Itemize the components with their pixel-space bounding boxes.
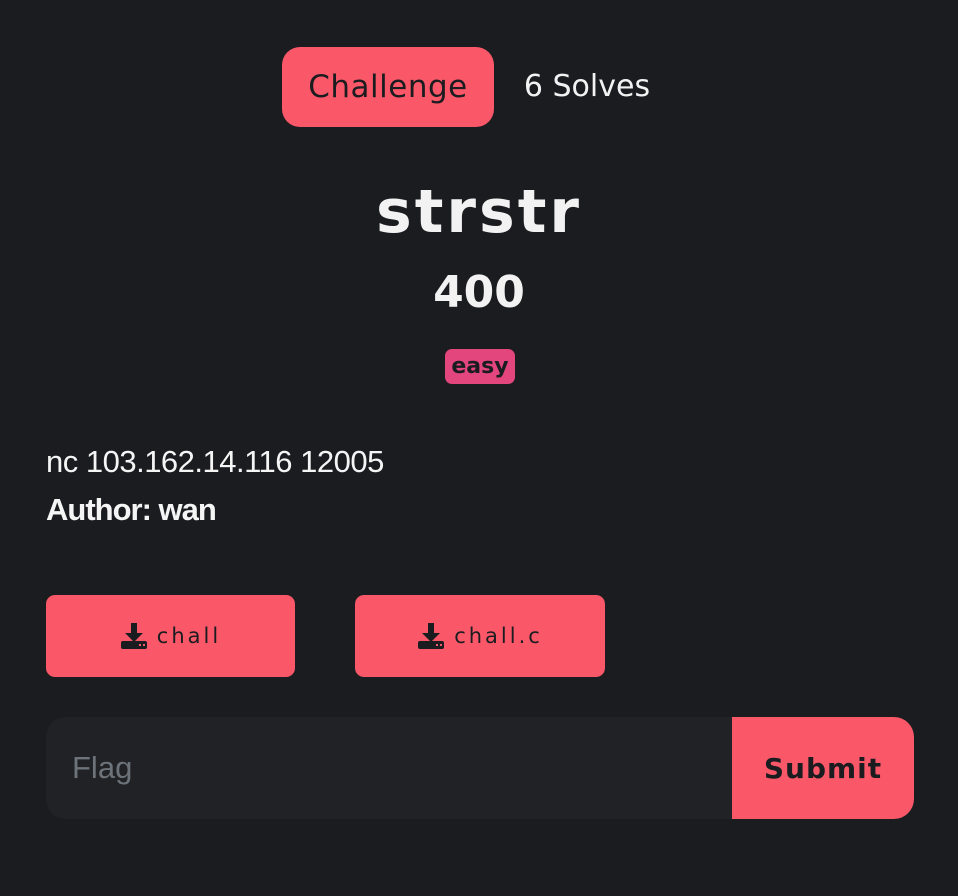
modal-tabs: Challenge 6 Solves bbox=[0, 47, 958, 127]
tab-challenge[interactable]: Challenge bbox=[282, 47, 494, 127]
challenge-points: 400 bbox=[433, 267, 525, 318]
tab-solves[interactable]: 6 Solves bbox=[512, 47, 662, 127]
connection-info: nc 103.162.14.116 12005 bbox=[46, 444, 384, 479]
download-chall-c-button[interactable]: chall.c bbox=[355, 595, 605, 677]
author-info: Author: wan bbox=[46, 492, 217, 527]
challenge-title: strstr bbox=[376, 177, 582, 247]
file-label: chall.c bbox=[454, 624, 543, 648]
flag-form: Submit bbox=[46, 717, 914, 819]
download-icon bbox=[418, 623, 445, 649]
difficulty-tag: easy bbox=[445, 349, 515, 384]
download-icon bbox=[120, 623, 147, 649]
download-chall-button[interactable]: chall bbox=[46, 595, 295, 677]
challenge-modal: Challenge 6 Solves strstr 400 easy nc 10… bbox=[0, 0, 958, 896]
challenge-description: nc 103.162.14.116 12005 Author: wan bbox=[46, 438, 384, 534]
submit-button[interactable]: Submit bbox=[732, 717, 914, 819]
file-label: chall bbox=[156, 624, 222, 648]
flag-input[interactable] bbox=[46, 717, 732, 819]
